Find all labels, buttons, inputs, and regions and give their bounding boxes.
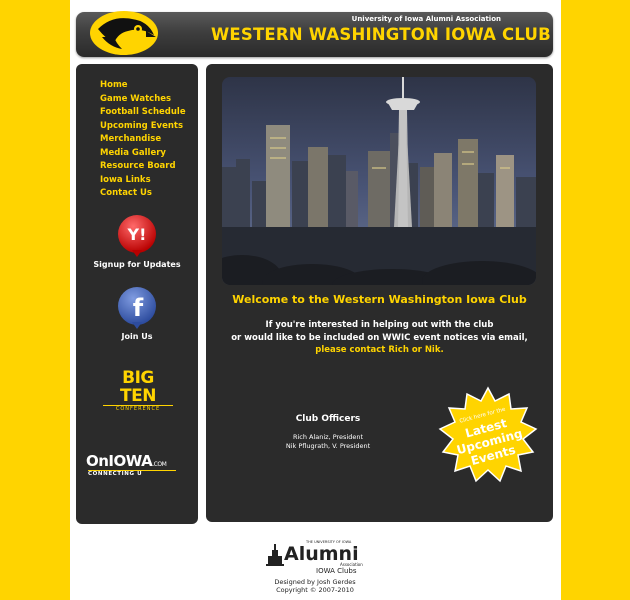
- facebook-icon[interactable]: f: [116, 286, 158, 330]
- club-officers-list: Rich Alaniz, President Nik Pflugrath, V.…: [268, 433, 388, 451]
- big-ten-conference: CONFERENCE: [103, 405, 173, 412]
- intro-period: .: [440, 345, 444, 355]
- site-title: WESTERN WASHINGTON IOWA CLUB: [211, 25, 551, 44]
- contact-link[interactable]: please contact Rich or Nik: [315, 345, 440, 355]
- facebook-caption[interactable]: Join Us: [76, 332, 198, 341]
- main-nav: Home Game Watches Football Schedule Upco…: [100, 79, 186, 201]
- yahoo-caption[interactable]: Signup for Updates: [76, 260, 198, 269]
- officer-vice-president: Nik Pflugrath, V. President: [285, 442, 371, 450]
- seattle-skyline-photo: [222, 77, 536, 285]
- nav-resource-board[interactable]: Resource Board: [100, 160, 186, 174]
- upcoming-events-starburst[interactable]: Click here for the Latest Upcoming Event…: [437, 386, 539, 486]
- svg-text:f: f: [133, 294, 144, 322]
- nav-merchandise[interactable]: Merchandise: [100, 133, 186, 147]
- oniowa-logo[interactable]: OnIOWA.COM CONNECTING U: [86, 452, 190, 477]
- footer-credits: Designed by Josh Gerdes Copyright © 2007…: [0, 578, 630, 594]
- club-officers-heading: Club Officers: [295, 414, 361, 424]
- nav-game-watches[interactable]: Game Watches: [100, 93, 186, 107]
- oniowa-wordmark: OnIOWA.COM: [86, 452, 167, 470]
- big-ten-wordmark: BIG TEN: [120, 368, 156, 406]
- copyright: Copyright © 2007-2010: [276, 586, 354, 594]
- welcome-heading: Welcome to the Western Washington Iowa C…: [232, 293, 527, 306]
- svg-text:Y!: Y!: [127, 225, 147, 244]
- association-label: University of Iowa Alumni Association: [351, 15, 501, 23]
- nav-football-schedule[interactable]: Football Schedule: [100, 106, 186, 120]
- officer-president: Rich Alaniz, President: [292, 433, 364, 441]
- nav-upcoming-events[interactable]: Upcoming Events: [100, 120, 186, 134]
- nav-media-gallery[interactable]: Media Gallery: [100, 147, 186, 161]
- yahoo-icon[interactable]: Y!: [116, 214, 158, 258]
- nav-iowa-links[interactable]: Iowa Links: [100, 174, 186, 188]
- oniowa-tagline: CONNECTING U: [88, 470, 176, 477]
- nav-contact-us[interactable]: Contact Us: [100, 187, 186, 201]
- hawkeye-logo[interactable]: [88, 7, 160, 57]
- alumni-association-logo[interactable]: THE UNIVERSITY OF IOWA Alumni Associatio…: [266, 538, 364, 578]
- site-header: University of Iowa Alumni Association WE…: [76, 11, 553, 57]
- alumni-clubs-label: IOWA Clubs: [316, 567, 357, 575]
- nav-home[interactable]: Home: [100, 79, 186, 93]
- old-capitol-icon: [266, 544, 284, 566]
- sidebar: Home Game Watches Football Schedule Upco…: [76, 64, 198, 524]
- intro-line-2: or would like to be included on WWIC eve…: [231, 332, 528, 343]
- main-content: Welcome to the Western Washington Iowa C…: [206, 64, 553, 522]
- designed-by: Designed by Josh Gerdes: [274, 578, 356, 586]
- intro-text: If you're interested in helping out with…: [206, 319, 553, 357]
- yahoo-signup[interactable]: Y! Signup for Updates: [76, 214, 198, 269]
- intro-line-1: If you're interested in helping out with…: [265, 320, 494, 330]
- facebook-join[interactable]: f Join Us: [76, 286, 198, 341]
- big-ten-logo[interactable]: BIG TEN CONFERENCE: [103, 369, 173, 412]
